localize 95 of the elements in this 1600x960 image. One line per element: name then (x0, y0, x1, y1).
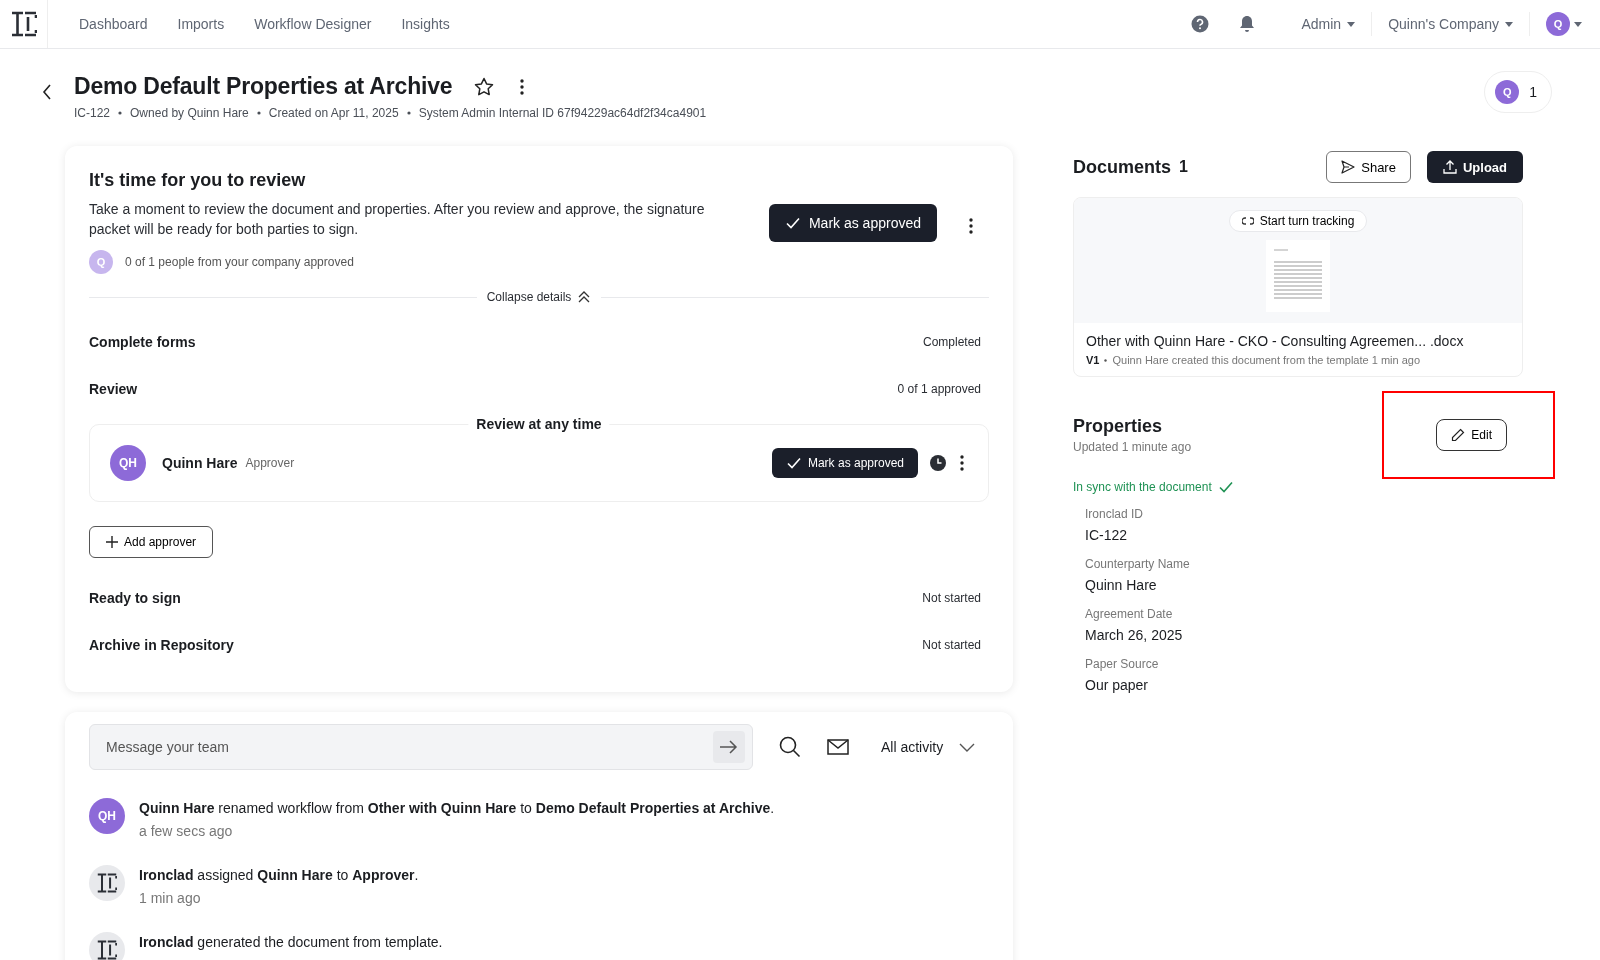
step-name: Review (89, 380, 138, 397)
document-name: Other with Quinn Hare - CKO - Consulting Agreemen... .docx (1086, 333, 1465, 349)
caret-icon (1574, 21, 1582, 27)
edit-button[interactable]: Edit (1436, 419, 1507, 451)
user-avatar: Q (89, 250, 113, 274)
meta-text: Created on Apr 11, 2025 (268, 106, 399, 120)
approval-count: 0 of 1 people from your company approved (125, 255, 354, 269)
send-button[interactable] (713, 731, 745, 763)
more-icon (960, 455, 964, 471)
check-icon (784, 215, 801, 231)
activity-time: 1 min ago (139, 890, 202, 906)
upload-button[interactable]: Upload (1426, 151, 1523, 183)
dropdown-menu[interactable]: Admin (1285, 12, 1373, 36)
field-label: Ironclad ID (1085, 507, 1145, 521)
more-icon (520, 78, 525, 95)
version-label: V1 (1086, 354, 1100, 366)
step-status: 0 of 1 approved (897, 381, 981, 396)
field-value: Quinn Hare (1085, 577, 1158, 593)
caret-icon (1505, 21, 1513, 27)
pencil-icon (1451, 428, 1466, 442)
plus-icon (106, 536, 118, 548)
chevron-down-icon (959, 742, 976, 752)
logo-icon (10, 11, 37, 37)
check-icon (785, 455, 802, 471)
upload-icon (1442, 160, 1457, 174)
separator-dot (118, 111, 123, 115)
activity-text: Quinn Hare renamed workflow from Other with Quinn Hare to Demo Default Properties at Archive. (139, 799, 775, 818)
field-label: Counterparty Name (1085, 557, 1191, 571)
meta-text: Owned by Quinn Hare (130, 106, 249, 120)
nav-link[interactable]: Workflow Designer (254, 16, 372, 32)
collapse-button[interactable]: Collapse details (486, 290, 592, 304)
step-name: Complete forms (89, 333, 196, 350)
send-icon (1341, 160, 1356, 174)
review-title: It's time for you to review (89, 170, 307, 191)
field-value: IC-122 (1085, 527, 1129, 543)
activity-text: Ironclad generated the document from template. (139, 933, 443, 952)
bell-icon[interactable] (1239, 15, 1256, 33)
user-avatar: Q (1546, 12, 1570, 36)
review-description: Take a moment to review the document and properties. After you review and approve, the signature packet will be ready for both parties to sign. (89, 200, 706, 239)
meta-text: IC-122 (74, 106, 111, 120)
group-label: Review at any time (468, 416, 610, 432)
message-field[interactable]: Message your team (89, 724, 753, 770)
mail-icon[interactable] (827, 739, 849, 755)
approve-button[interactable]: Mark as approved (771, 448, 918, 478)
step-status: Completed (922, 334, 981, 349)
section-title: Documents (1073, 156, 1171, 178)
nav-link[interactable]: Dashboard (79, 16, 148, 32)
share-button[interactable]: Share (1326, 151, 1411, 183)
step-status: Not started (922, 637, 981, 652)
document-thumbnail (1266, 240, 1330, 312)
nav-link[interactable]: Insights (401, 16, 450, 32)
search-icon[interactable] (779, 736, 801, 758)
caret-icon (1347, 21, 1356, 27)
document-detail: Quinn Hare created this document from the template 1 min ago (1112, 354, 1421, 366)
dropdown-menu[interactable]: Quinn's Company (1372, 12, 1530, 36)
step-status: Not started (922, 590, 981, 605)
user-avatar: QH (110, 445, 146, 481)
meta-text: System Admin Internal ID 67f94229ac64df2f34ca4901 (418, 106, 707, 120)
separator-dot (1104, 358, 1108, 362)
link-icon (1241, 217, 1254, 225)
approver-name: Quinn Hare (162, 455, 238, 471)
document-count: 1 (1179, 158, 1188, 176)
activity-text: Ironclad assigned Quinn Hare to Approver. (139, 866, 419, 885)
help-icon[interactable] (1191, 15, 1210, 33)
page-title: Demo Default Properties at Archive (74, 73, 453, 100)
separator-dot (256, 111, 261, 115)
logo-icon (97, 940, 117, 960)
separator-dot (406, 111, 411, 115)
field-label: Paper Source (1085, 657, 1160, 671)
document-card[interactable]: Start turn tracking Other with Quinn Hare - CKO - Consulting Agreemen... .docx V1 Quinn Hare created this document from the template 1 min ago (1073, 197, 1523, 377)
arrow-icon (720, 740, 738, 754)
turn-tracking-button[interactable]: Start turn tracking (1228, 210, 1368, 232)
logo-icon (97, 873, 117, 893)
sync-status: In sync with the document (1073, 479, 1523, 495)
step-name: Archive in Repository (89, 636, 234, 653)
field-label: Agreement Date (1085, 607, 1174, 621)
activity-time: a few secs ago (139, 823, 234, 839)
clock-icon (930, 455, 946, 471)
back-icon (42, 84, 52, 100)
approve-button[interactable]: Mark as approved (768, 204, 937, 242)
check-icon (1217, 479, 1234, 495)
field-value: March 26, 2025 (1085, 627, 1184, 643)
updated-text: Updated 1 minute ago (1073, 440, 1192, 454)
nav-link[interactable]: Imports (177, 16, 225, 32)
user-menu[interactable]: Q (1530, 11, 1588, 37)
user-avatar: QH (89, 798, 125, 834)
add-approver-button[interactable]: Add approver (89, 526, 214, 558)
activity-filter[interactable]: All activity (875, 738, 982, 756)
more-icon (969, 218, 973, 234)
step-name: Ready to sign (89, 589, 181, 606)
field-value: Our paper (1085, 677, 1150, 693)
approver-role: Approver (245, 456, 295, 470)
chevron-up-icon (577, 291, 592, 303)
star-icon[interactable] (474, 76, 495, 97)
section-title: Properties (1073, 416, 1164, 437)
